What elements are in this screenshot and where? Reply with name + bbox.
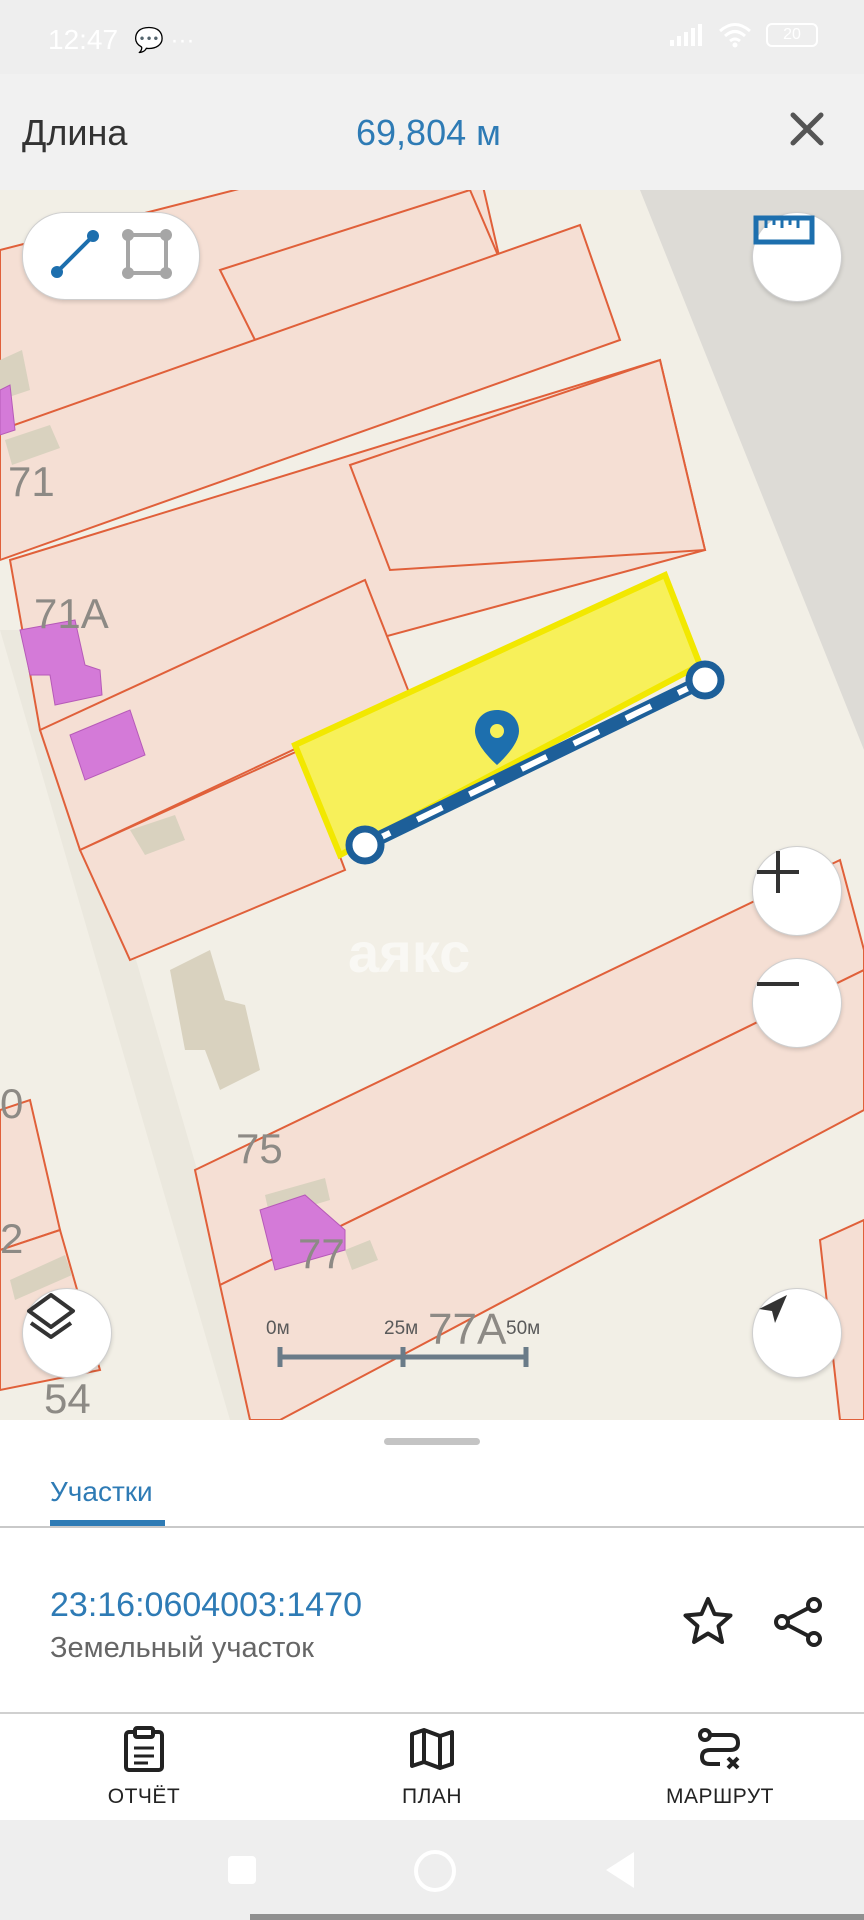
notification-icons: 💬 ··· [134,27,195,54]
clipboard-icon [124,1726,164,1772]
plan-button[interactable]: ПЛАН [332,1726,532,1809]
battery-indicator: 20 [766,23,818,47]
polygon-tool-icon [122,229,172,279]
favorite-button[interactable] [680,1594,736,1650]
report-label: ОТЧЁТ [107,1785,181,1808]
route-button[interactable]: МАРШРУТ [620,1726,820,1809]
zoom-out-button[interactable] [752,958,842,1048]
area-mode-button[interactable] [119,226,179,286]
measure-mode-toggle [22,212,200,300]
wifi-icon [719,23,751,48]
parcel-cadastral-number[interactable]: 23:16:0604003:1470 [50,1586,362,1625]
plus-icon [757,851,799,893]
map-label-0: 0 [0,1080,24,1127]
system-navigation-bar [0,1820,864,1920]
scale-label-50: 50м [506,1318,541,1339]
measure-value: 69,804 м [356,112,501,153]
back-button[interactable] [606,1852,634,1888]
tab-active-indicator [50,1520,165,1526]
map-label-75: 75 [236,1125,283,1172]
map-watermark: аякс [348,921,471,984]
route-icon [698,1728,741,1770]
measure-start-handle[interactable] [345,825,385,865]
home-button[interactable] [414,1850,456,1892]
bottom-action-bar: ОТЧЁТ ПЛАН МАРШРУТ [0,1712,864,1820]
close-icon [790,112,824,146]
minus-icon [757,982,799,986]
ruler-icon [753,215,815,245]
line-mode-button[interactable] [47,226,107,286]
plan-label: ПЛАН [401,1785,463,1808]
map-canvas[interactable] [0,190,864,1420]
zoom-in-button[interactable] [752,846,842,936]
map-view[interactable]: 71 71А 75 77 77А 54 2 0 аякс 0м 25м 50м [0,190,864,1420]
sheet-drag-handle[interactable] [384,1438,480,1445]
my-location-button[interactable] [752,1288,842,1378]
measure-label: Длина [22,112,128,153]
close-button[interactable] [780,102,834,156]
map-icon [410,1728,454,1770]
map-label-2: 2 [0,1215,24,1262]
scale-label-25: 25м [384,1318,419,1339]
route-label: МАРШРУТ [666,1785,774,1808]
map-label-71a: 71А [34,590,109,637]
share-icon [774,1597,822,1647]
parcel-type: Земельный участок [50,1632,314,1664]
bottom-sheet: Участки 23:16:0604003:1470 Земельный уча… [0,1420,864,1820]
parcel-list-item[interactable]: 23:16:0604003:1470 Земельный участок [0,1528,864,1714]
report-button[interactable]: ОТЧЁТ [44,1726,244,1809]
measure-end-handle[interactable] [685,660,725,700]
map-label-71: 71 [8,458,55,505]
sheet-tab-bar: Участки [0,1450,864,1528]
star-icon [683,1597,733,1644]
measure-header: Длина 69,804 м [0,74,864,191]
tab-parcels[interactable]: Участки [50,1476,153,1508]
status-time: 12:47 [48,24,119,55]
ruler-button[interactable] [752,212,842,302]
layers-icon [27,1293,75,1339]
map-label-54: 54 [44,1375,91,1420]
signal-icon [670,24,702,46]
navigation-arrow-icon [759,1295,787,1323]
home-indicator [250,1914,864,1920]
recents-button[interactable] [228,1856,256,1884]
status-bar: 12:47 💬 ··· 20 [0,0,864,74]
line-tool-icon [51,230,99,278]
status-right-icons: 20 [670,22,818,48]
share-button[interactable] [770,1594,826,1650]
map-label-77a: 77А [428,1305,507,1354]
map-label-77: 77 [298,1230,345,1277]
scale-label-0: 0м [266,1318,290,1339]
layers-button[interactable] [22,1288,112,1378]
